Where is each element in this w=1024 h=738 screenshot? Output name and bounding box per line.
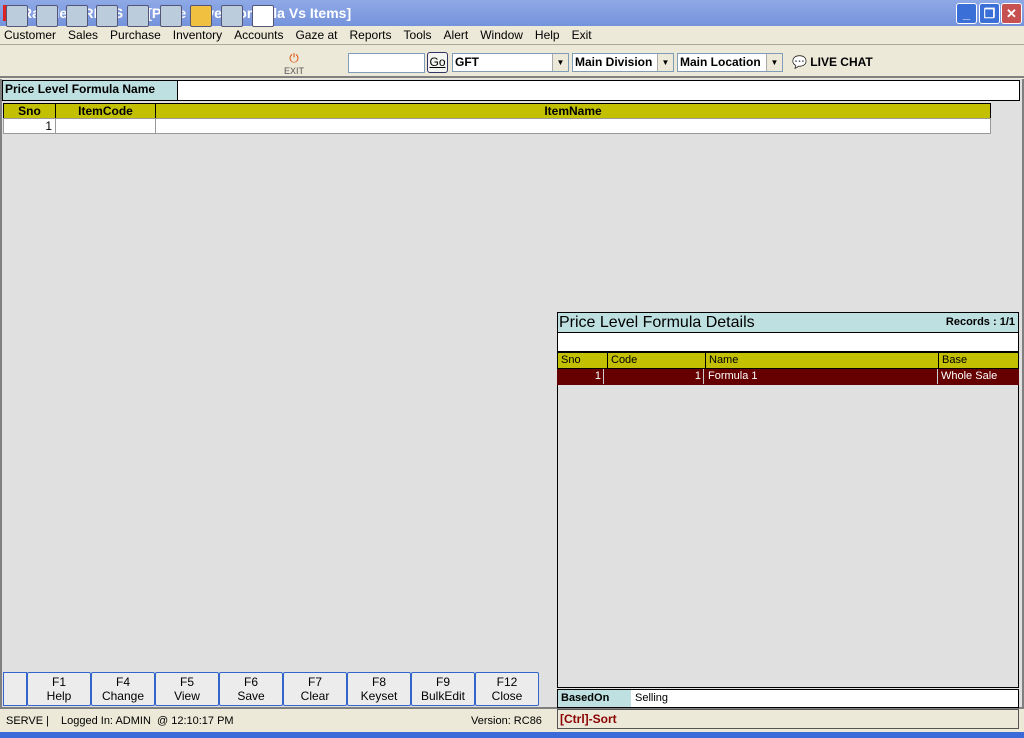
version-status: Version: RC86 xyxy=(471,715,542,727)
col-itemname[interactable]: ItemName xyxy=(155,103,991,119)
users-icon[interactable] xyxy=(221,5,243,27)
chevron-down-icon: ▼ xyxy=(657,54,673,71)
fkey-key: F4 xyxy=(115,675,130,689)
fkey-save-button[interactable]: F6 Save xyxy=(219,672,283,706)
records-count: Records : 1/1 xyxy=(945,316,1015,328)
row-base: Whole Sale xyxy=(937,369,997,384)
menu-reports[interactable]: Reports xyxy=(350,26,398,44)
chart-icon[interactable] xyxy=(252,5,274,27)
exit-label: EXIT xyxy=(283,66,304,76)
location-value: Main Location xyxy=(680,55,761,69)
window-bottom-border xyxy=(0,732,1024,738)
sales-cart-icon[interactable] xyxy=(36,5,58,27)
chevron-down-icon: ▼ xyxy=(766,54,782,71)
formula-name-input[interactable] xyxy=(179,82,1017,99)
formula-name-label: Price Level Formula Name xyxy=(2,80,178,101)
close-button[interactable]: ✕ xyxy=(1001,3,1022,24)
document-icon[interactable] xyxy=(127,5,149,27)
fkey-label: Close xyxy=(491,689,523,703)
search-input[interactable] xyxy=(348,53,425,73)
col-sno[interactable]: Sno xyxy=(561,353,581,368)
details-row[interactable]: 1 1 Formula 1 Whole Sale xyxy=(557,369,1019,385)
menu-alert[interactable]: Alert xyxy=(444,26,475,44)
menu-tools[interactable]: Tools xyxy=(404,26,438,44)
fkey-key: F5 xyxy=(179,675,194,689)
menu-customer[interactable]: Customer xyxy=(4,26,62,44)
menu-accounts[interactable]: Accounts xyxy=(234,26,289,44)
fkey-label: Keyset xyxy=(360,689,398,703)
fkey-label: Change xyxy=(101,689,145,703)
fkey-spacer xyxy=(3,672,27,706)
go-button[interactable]: Go xyxy=(427,52,448,73)
item-row-sno[interactable]: 1 xyxy=(3,118,56,134)
menu-bar: Customer Sales Purchase Inventory Accoun… xyxy=(0,26,1024,45)
printer-icon[interactable] xyxy=(66,5,88,27)
based-on-value[interactable]: Selling xyxy=(635,690,668,707)
fkey-key: F8 xyxy=(371,675,386,689)
details-title: Price Level Formula Details xyxy=(559,314,755,331)
division-value: Main Division xyxy=(575,55,653,69)
menu-gaze-at[interactable]: Gaze at xyxy=(295,26,343,44)
based-on-label: BasedOn xyxy=(558,690,631,707)
fkey-key: F9 xyxy=(435,675,450,689)
invoice-icon[interactable] xyxy=(6,5,28,27)
item-row-name[interactable] xyxy=(155,118,991,134)
fkey-help-button[interactable]: F1 Help xyxy=(27,672,91,706)
based-on-row: BasedOn Selling xyxy=(557,689,1019,708)
chevron-down-icon: ▼ xyxy=(552,54,568,71)
power-icon: ⏻ xyxy=(289,51,299,65)
details-filter-input[interactable] xyxy=(557,333,1019,352)
fkey-clear-button[interactable]: F7 Clear xyxy=(283,672,347,706)
fkey-bulkedit-button[interactable]: F9 BulkEdit xyxy=(411,672,475,706)
menu-purchase[interactable]: Purchase xyxy=(110,26,167,44)
item-row-code[interactable] xyxy=(55,118,156,134)
fkey-label: Save xyxy=(237,689,265,703)
live-chat-button[interactable]: 💬 LIVE CHAT xyxy=(792,54,873,70)
col-base[interactable]: Base xyxy=(938,353,967,368)
row-code: 1 xyxy=(605,369,704,384)
fkey-view-button[interactable]: F5 View xyxy=(155,672,219,706)
fkey-label: View xyxy=(174,689,200,703)
sort-hint: [Ctrl]-Sort xyxy=(557,709,1019,729)
col-code[interactable]: Code xyxy=(607,353,707,368)
menu-exit[interactable]: Exit xyxy=(572,26,598,44)
chat-icon: 💬 xyxy=(792,55,807,69)
minimize-button[interactable]: _ xyxy=(956,3,977,24)
server-status: SERVE | xyxy=(6,715,50,727)
menu-inventory[interactable]: Inventory xyxy=(173,26,228,44)
login-status: Logged In: ADMIN @ 12:10:17 PM xyxy=(61,715,234,727)
fkey-key: F12 xyxy=(496,675,518,689)
row-sno: 1 xyxy=(557,369,604,384)
row-name: Formula 1 xyxy=(708,370,758,382)
title-bar: RayMedi RPOS 7 - [Price Level Formula Vs… xyxy=(0,0,1024,26)
col-sno[interactable]: Sno xyxy=(3,103,56,119)
menu-window[interactable]: Window xyxy=(480,26,529,44)
fkey-label: Clear xyxy=(300,689,330,703)
store-value: GFT xyxy=(455,55,479,69)
col-name[interactable]: Name xyxy=(705,353,940,368)
barcode-icon[interactable] xyxy=(96,5,118,27)
fkey-keyset-button[interactable]: F8 Keyset xyxy=(347,672,411,706)
details-header: Price Level Formula Details Records : 1/… xyxy=(557,312,1019,333)
exit-button[interactable]: ⏻ EXIT xyxy=(282,51,306,76)
live-chat-label: LIVE CHAT xyxy=(810,55,873,69)
fkey-key: F7 xyxy=(307,675,322,689)
menu-help[interactable]: Help xyxy=(535,26,566,44)
location-select[interactable]: Main Location ▼ xyxy=(677,53,783,72)
store-select[interactable]: GFT ▼ xyxy=(452,53,569,72)
fkey-change-button[interactable]: F4 Change xyxy=(91,672,155,706)
restore-button[interactable]: ❐ xyxy=(979,3,1000,24)
fkey-key: F1 xyxy=(51,675,66,689)
menu-sales[interactable]: Sales xyxy=(68,26,104,44)
col-itemcode[interactable]: ItemCode xyxy=(55,103,156,119)
purchase-cart-icon[interactable] xyxy=(160,5,182,27)
fkey-key: F6 xyxy=(243,675,258,689)
fkey-close-button[interactable]: F12 Close xyxy=(475,672,539,706)
division-select[interactable]: Main Division ▼ xyxy=(572,53,674,72)
fkey-label: BulkEdit xyxy=(420,689,466,703)
details-header-row: Sno Code Name Base xyxy=(557,352,1019,369)
folder-icon[interactable] xyxy=(190,5,212,27)
fkey-label: Help xyxy=(46,689,72,703)
